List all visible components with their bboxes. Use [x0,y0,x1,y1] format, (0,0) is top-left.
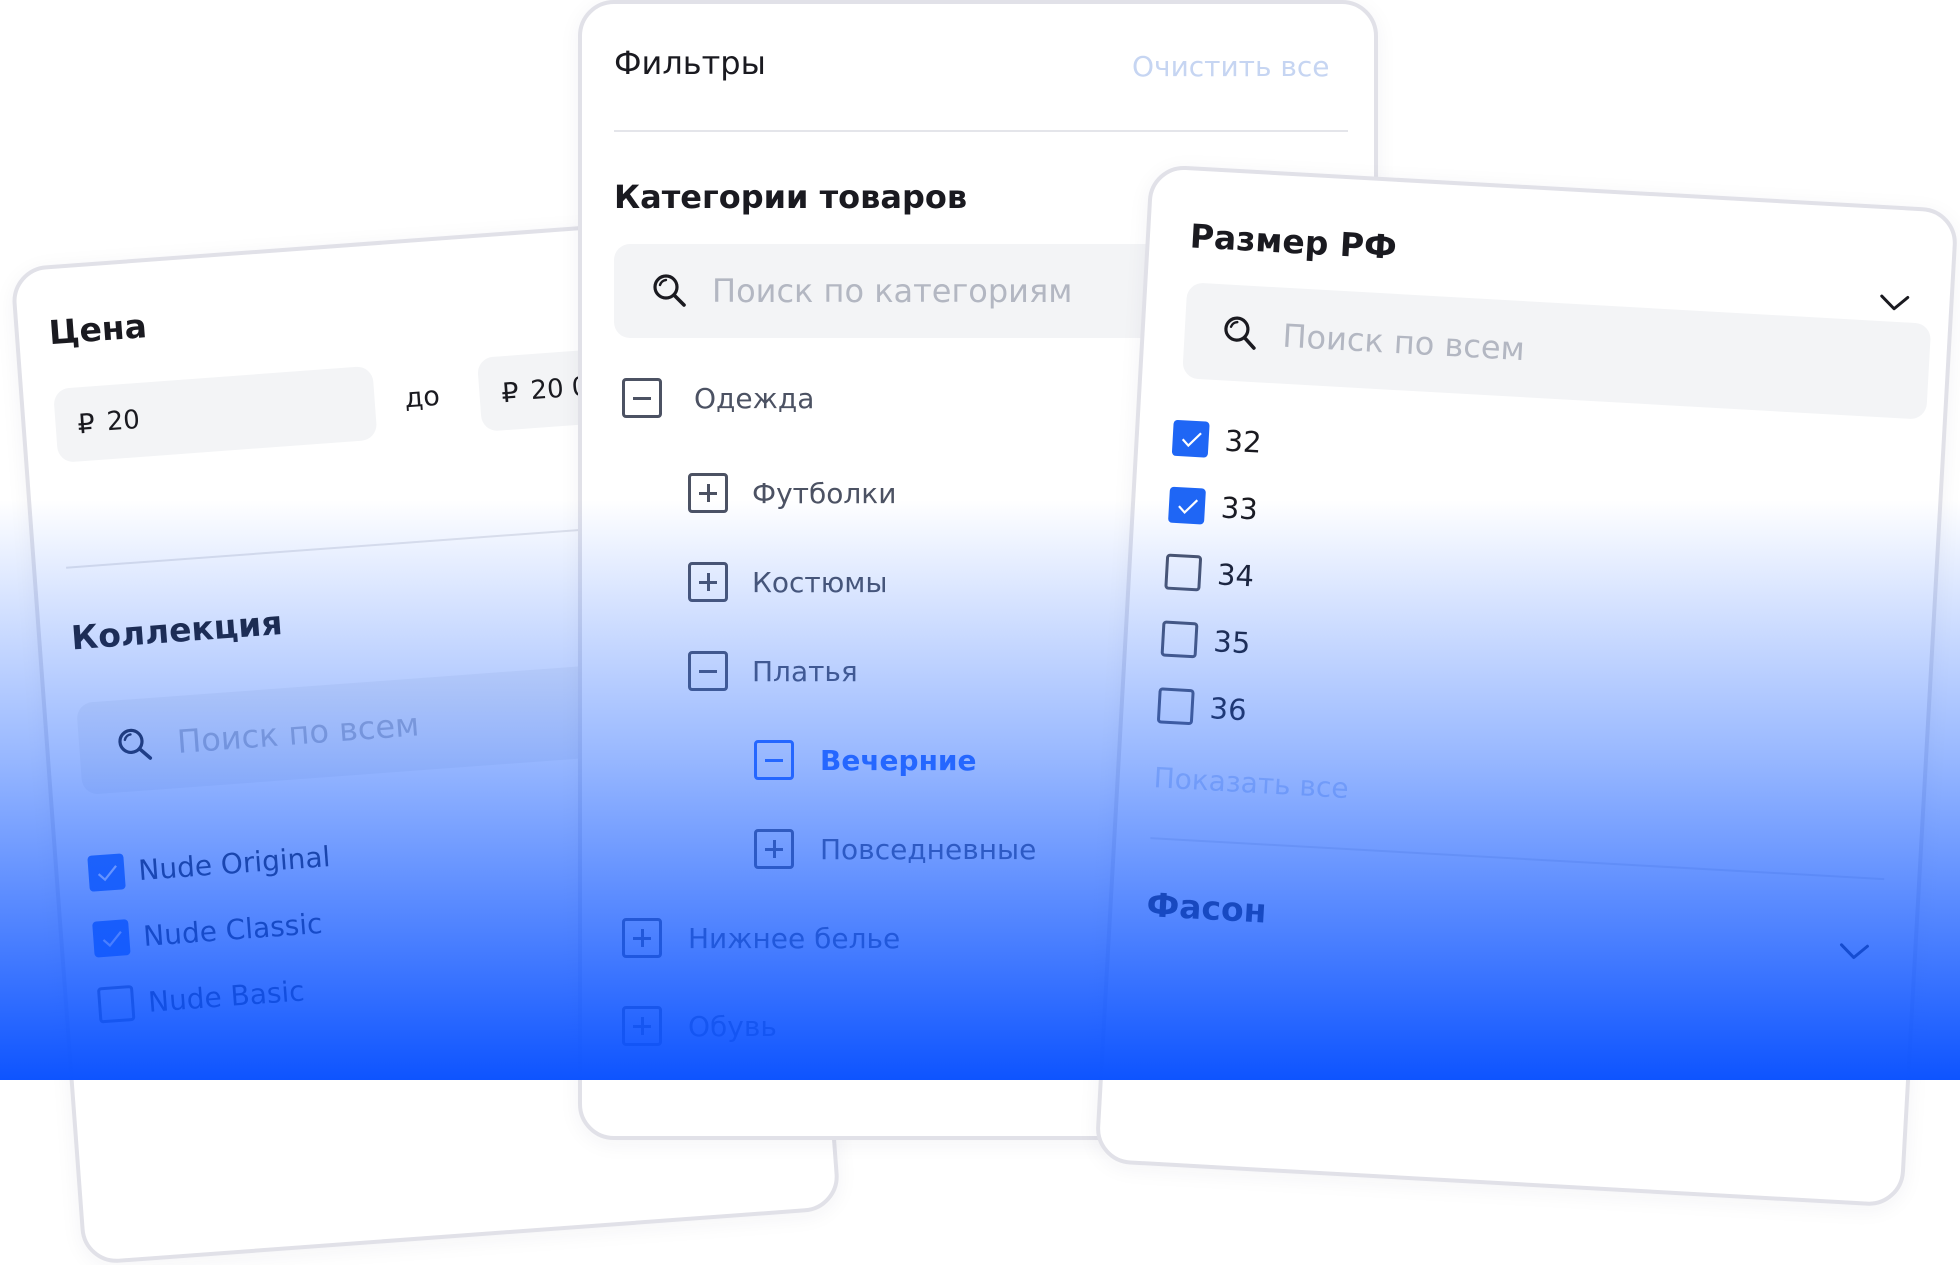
search-icon [1224,316,1256,350]
size-option-label: 34 [1216,557,1255,594]
size-divider [1150,837,1885,881]
search-icon [118,728,153,760]
tree-item-label: Нижнее белье [688,921,901,955]
price-from-input[interactable]: ₽ 20 [52,365,378,463]
tree-item-label: Платья [752,654,858,688]
filters-title: Фильтры [614,44,766,82]
checkbox-empty-icon[interactable] [1160,620,1199,659]
checkbox-checked-icon[interactable] [87,853,126,892]
price-from-value: 20 [105,404,141,438]
search-icon [653,274,686,307]
collection-option-label: Nude Original [137,839,332,887]
tree-item-label: Костюмы [752,565,888,599]
collapse-icon[interactable] [622,378,662,418]
collection-option-label: Nude Basic [146,973,306,1019]
size-card: Размер РФ 32 33 34 35 36 Показать все Фа… [1094,164,1959,1208]
size-option[interactable]: 35 [1160,620,1252,661]
collection-option-label: Nude Classic [142,906,324,953]
size-option-label: 35 [1212,624,1252,661]
tree-item-tshirts[interactable]: Футболки [688,473,896,513]
ruble-icon: ₽ [500,376,520,409]
size-option-label: 32 [1223,423,1263,460]
tree-item-label: Обувь [688,1009,777,1043]
price-title: Цена [47,306,149,353]
collapse-icon[interactable] [688,651,728,691]
chevron-down-icon[interactable] [1837,940,1872,964]
expand-icon[interactable] [622,1006,662,1046]
tree-item-clothing[interactable]: Одежда [622,378,814,418]
tree-item-evening[interactable]: Вечерние [754,740,977,780]
collapse-icon[interactable] [754,740,794,780]
checkbox-empty-icon[interactable] [1164,553,1203,592]
collection-option[interactable]: Nude Original [87,838,331,892]
show-all-link[interactable]: Показать все [1153,761,1350,805]
size-option[interactable]: 34 [1164,553,1255,595]
size-option[interactable]: 33 [1168,486,1259,528]
tree-item-shoes[interactable]: Обувь [622,1006,777,1046]
tree-item-casual[interactable]: Повседневные [754,829,1036,869]
size-option-label: 36 [1208,691,1248,728]
size-option[interactable]: 32 [1171,419,1263,461]
expand-icon[interactable] [754,829,794,869]
expand-icon[interactable] [622,918,662,958]
tree-item-dresses[interactable]: Платья [688,651,858,691]
checkbox-empty-icon[interactable] [96,984,136,1024]
checkbox-checked-icon[interactable] [1171,419,1210,458]
size-title: Размер РФ [1188,216,1398,267]
size-search-input[interactable] [1279,315,1930,392]
size-option[interactable]: 36 [1156,687,1248,728]
checkbox-checked-icon[interactable] [1168,486,1206,525]
tree-item-suits[interactable]: Костюмы [688,562,888,602]
collection-option[interactable]: Nude Classic [92,905,323,958]
tree-item-underwear[interactable]: Нижнее белье [622,918,900,958]
expand-icon[interactable] [688,562,728,602]
price-to-label: до [403,380,441,415]
chevron-down-icon[interactable] [1877,291,1912,315]
tree-item-label: Вечерние [820,743,977,777]
style-title: Фасон [1145,884,1268,931]
categories-title: Категории товаров [614,178,968,216]
size-search[interactable] [1182,282,1932,420]
checkbox-checked-icon[interactable] [92,919,131,958]
collection-option[interactable]: Nude Basic [96,972,306,1024]
checkbox-empty-icon[interactable] [1156,687,1195,726]
size-option-label: 33 [1219,490,1259,527]
tree-item-label: Одежда [694,381,815,415]
tree-item-label: Повседневные [820,832,1037,866]
expand-icon[interactable] [688,473,728,513]
filters-divider [614,130,1348,132]
tree-item-label: Футболки [752,476,897,510]
clear-all-button[interactable]: Очистить все [1132,50,1330,83]
ruble-icon: ₽ [76,407,96,440]
collection-title: Коллекция [69,603,284,658]
